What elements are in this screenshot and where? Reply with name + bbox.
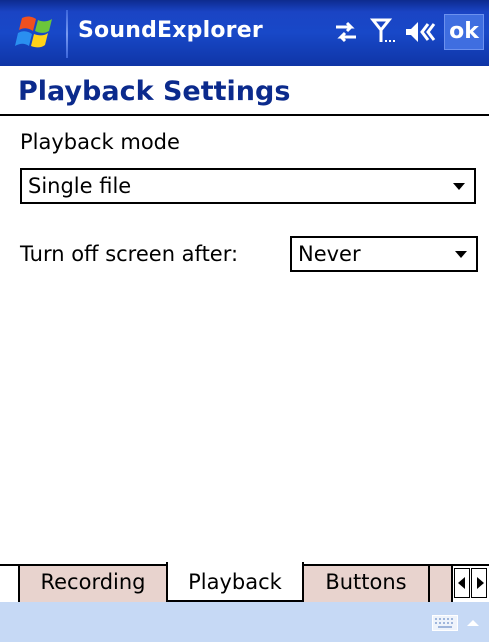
playback-mode-label: Playback mode xyxy=(20,130,180,154)
screen-off-select[interactable]: Never xyxy=(290,236,478,272)
playback-mode-select[interactable]: Single file xyxy=(20,168,476,204)
connectivity-icon[interactable] xyxy=(334,16,358,48)
playback-mode-value: Single file xyxy=(28,174,132,198)
tab-scroll-left-button[interactable] xyxy=(454,568,470,598)
title-separator xyxy=(66,10,68,58)
tab-recording[interactable]: Recording xyxy=(18,566,168,602)
chevron-left-icon xyxy=(458,577,465,589)
title-divider xyxy=(0,114,489,116)
ok-button[interactable]: ok xyxy=(444,14,484,50)
tab-overflow xyxy=(428,566,453,602)
menu-bar xyxy=(0,602,489,642)
page-title: Playback Settings xyxy=(18,76,291,107)
tab-scroll-right-button[interactable] xyxy=(471,568,487,598)
input-menu-arrow-icon[interactable] xyxy=(467,620,479,626)
tab-buttons[interactable]: Buttons xyxy=(302,566,430,602)
screen-off-label: Turn off screen after: xyxy=(20,242,239,266)
keyboard-icon[interactable] xyxy=(432,615,458,631)
chevron-right-icon xyxy=(477,577,484,589)
volume-muted-icon[interactable] xyxy=(404,16,436,48)
signal-icon[interactable] xyxy=(370,16,398,48)
title-bar: SoundExplorer ok xyxy=(0,0,489,69)
tab-scroll-controls xyxy=(451,566,489,602)
app-title: SoundExplorer xyxy=(78,18,263,43)
screen-off-value: Never xyxy=(298,242,361,266)
windows-start-icon[interactable] xyxy=(8,12,56,54)
dropdown-arrow-icon xyxy=(455,251,467,258)
tab-playback[interactable]: Playback xyxy=(166,562,304,602)
tab-strip: Recording Playback Buttons xyxy=(0,558,489,602)
dropdown-arrow-icon xyxy=(453,183,465,190)
